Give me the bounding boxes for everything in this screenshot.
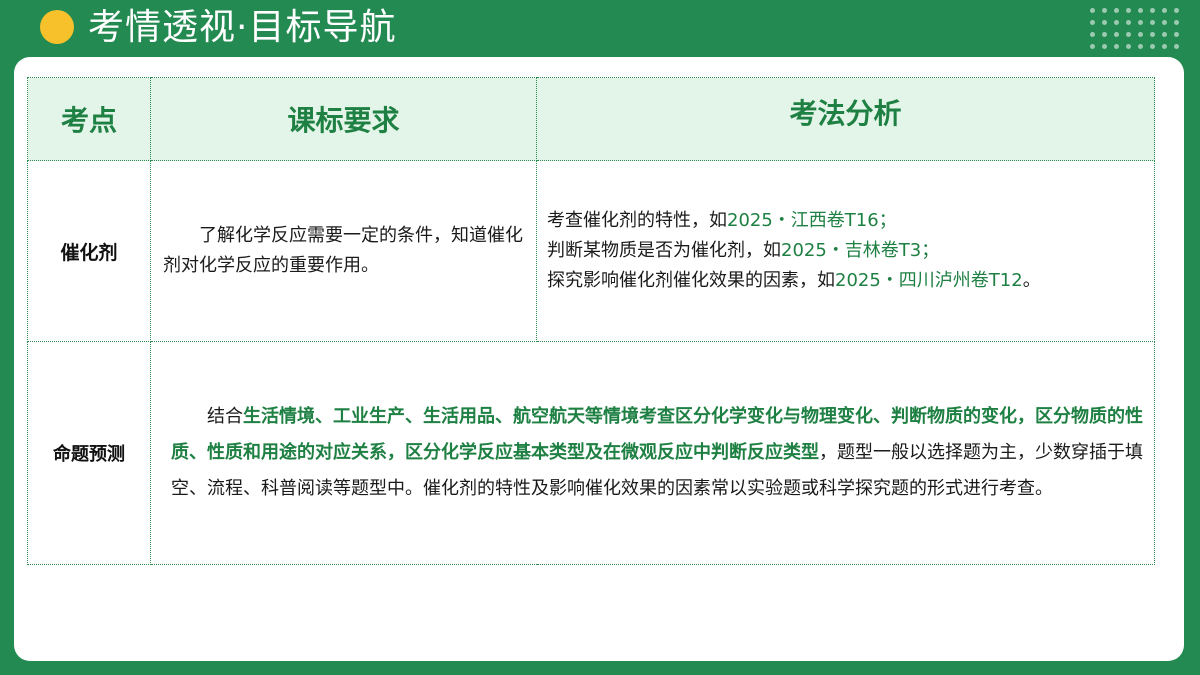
analysis-text: 探究影响催化剂催化效果的因素，如 xyxy=(547,270,835,291)
prediction-lead: 结合 xyxy=(207,406,243,427)
decorative-dot xyxy=(1126,32,1131,37)
decorative-dot xyxy=(1174,20,1179,25)
decorative-dot xyxy=(1126,8,1131,13)
header-method-analysis: 考法分析 xyxy=(536,77,1155,161)
decorative-dot-grid xyxy=(1090,8,1180,52)
analysis-text: 考查催化剂的特性，如 xyxy=(547,210,727,231)
decorative-dot xyxy=(1150,8,1155,13)
decorative-dot xyxy=(1126,20,1131,25)
exam-analysis-table: 考点 课标要求 考法分析 催化剂 了解化学反应需要一定的条件，知道催化剂对化学反… xyxy=(27,77,1155,565)
decorative-dot xyxy=(1162,20,1167,25)
decorative-dot xyxy=(1162,44,1167,49)
decorative-dot xyxy=(1114,32,1119,37)
decorative-dot xyxy=(1102,32,1107,37)
decorative-dot xyxy=(1102,44,1107,49)
row-label-prediction: 命题预测 xyxy=(27,341,151,565)
analysis-cell: 考查催化剂的特性，如2025・江西卷T16； 判断某物质是否为催化剂，如2025… xyxy=(536,160,1155,342)
decorative-dot xyxy=(1138,8,1143,13)
analysis-reference: 2025・四川泸州卷T12 xyxy=(835,270,1023,291)
requirement-cell: 了解化学反应需要一定的条件，知道催化剂对化学反应的重要作用。 xyxy=(150,160,537,342)
analysis-line: 考查催化剂的特性，如2025・江西卷T16； xyxy=(547,206,1144,236)
decorative-dot xyxy=(1114,44,1119,49)
analysis-line: 判断某物质是否为催化剂，如2025・吉林卷T3； xyxy=(547,236,1144,266)
analysis-reference: 2025・吉林卷T3； xyxy=(781,240,940,261)
decorative-dot xyxy=(1090,32,1095,37)
decorative-dot xyxy=(1090,20,1095,25)
prediction-cell: 结合生活情境、工业生产、生活用品、航空航天等情境考查区分化学变化与物理变化、判断… xyxy=(150,341,1155,565)
decorative-dot xyxy=(1150,44,1155,49)
table-row: 命题预测 结合生活情境、工业生产、生活用品、航空航天等情境考查区分化学变化与物理… xyxy=(27,341,1155,565)
decorative-dot xyxy=(1090,8,1095,13)
decorative-dot xyxy=(1138,32,1143,37)
prediction-text: 结合生活情境、工业生产、生活用品、航空航天等情境考查区分化学变化与物理变化、判断… xyxy=(151,399,1154,507)
decorative-dot xyxy=(1102,20,1107,25)
decorative-dot xyxy=(1126,44,1131,49)
decorative-dot xyxy=(1138,44,1143,49)
decorative-dot xyxy=(1174,8,1179,13)
decorative-dot xyxy=(1138,20,1143,25)
requirement-text: 了解化学反应需要一定的条件，知道催化剂对化学反应的重要作用。 xyxy=(163,225,523,276)
row-label-catalyst: 催化剂 xyxy=(27,160,151,342)
analysis-text: 判断某物质是否为催化剂，如 xyxy=(547,240,781,261)
decorative-dot xyxy=(1150,32,1155,37)
decorative-dot xyxy=(1150,20,1155,25)
decorative-dot xyxy=(1114,20,1119,25)
decorative-dot xyxy=(1174,32,1179,37)
analysis-tail: 。 xyxy=(1022,270,1041,291)
header-curriculum-requirement: 课标要求 xyxy=(150,77,537,161)
decorative-dot xyxy=(1102,8,1107,13)
header-accent-dot xyxy=(40,10,74,44)
decorative-dot xyxy=(1114,8,1119,13)
decorative-dot xyxy=(1162,32,1167,37)
decorative-dot xyxy=(1162,8,1167,13)
decorative-dot xyxy=(1174,44,1179,49)
decorative-dot xyxy=(1090,44,1095,49)
analysis-reference: 2025・江西卷T16； xyxy=(727,210,897,231)
content-card: 考点 课标要求 考法分析 催化剂 了解化学反应需要一定的条件，知道催化剂对化学反… xyxy=(14,57,1184,661)
header-exam-point: 考点 xyxy=(27,77,151,161)
table-header-row: 考点 课标要求 考法分析 xyxy=(27,77,1155,161)
analysis-line: 探究影响催化剂催化效果的因素，如2025・四川泸州卷T12。 xyxy=(547,266,1144,296)
page-title: 考情透视·目标导航 xyxy=(88,7,397,48)
analysis-list: 考查催化剂的特性，如2025・江西卷T16； 判断某物质是否为催化剂，如2025… xyxy=(537,206,1154,296)
table-row: 催化剂 了解化学反应需要一定的条件，知道催化剂对化学反应的重要作用。 考查催化剂… xyxy=(27,160,1155,342)
